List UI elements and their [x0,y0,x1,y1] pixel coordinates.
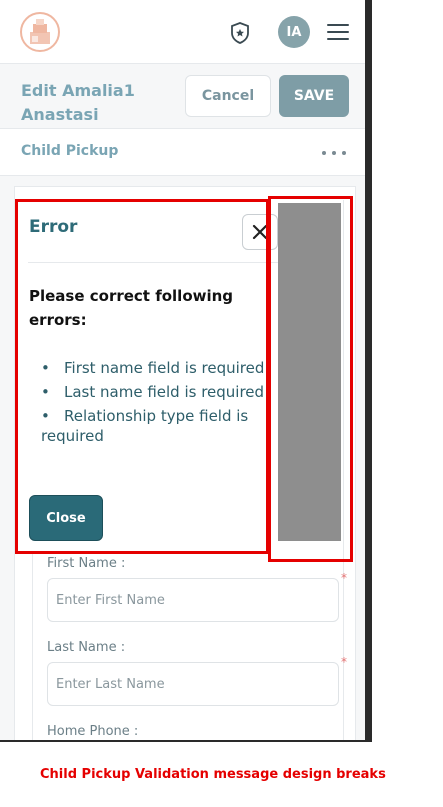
building-blocks-logo-icon [30,19,50,44]
page-title: Edit Amalia1 Anastasi [21,81,135,124]
home-phone-label: Home Phone : [47,724,139,739]
app-logo[interactable] [20,12,60,52]
cancel-button[interactable]: Cancel [185,75,271,117]
save-button[interactable]: SAVE [279,75,349,117]
phone-frame-edge [365,0,372,742]
shield-star-icon[interactable] [227,20,253,46]
phone-frame-bottom [0,740,372,742]
last-name-input[interactable]: Enter Last Name [47,662,339,706]
required-marker: * [341,655,347,669]
section-title: Child Pickup [21,143,119,159]
hamburger-icon[interactable] [327,22,349,42]
annotation-box-overflow [268,196,353,562]
annotation-box-modal [15,199,269,554]
page-toolbar: Edit Amalia1 Anastasi Cancel SAVE [0,64,365,128]
last-name-label: Last Name : [47,640,126,655]
first-name-input[interactable]: Enter First Name [47,578,339,622]
section-header: Child Pickup [0,128,365,176]
first-name-label: First Name : [47,556,126,571]
more-dots-icon[interactable] [322,151,346,157]
app-header: IA [0,0,365,64]
required-marker: * [341,571,347,585]
annotation-caption: Child Pickup Validation message design b… [40,767,386,782]
user-avatar[interactable]: IA [278,16,310,48]
